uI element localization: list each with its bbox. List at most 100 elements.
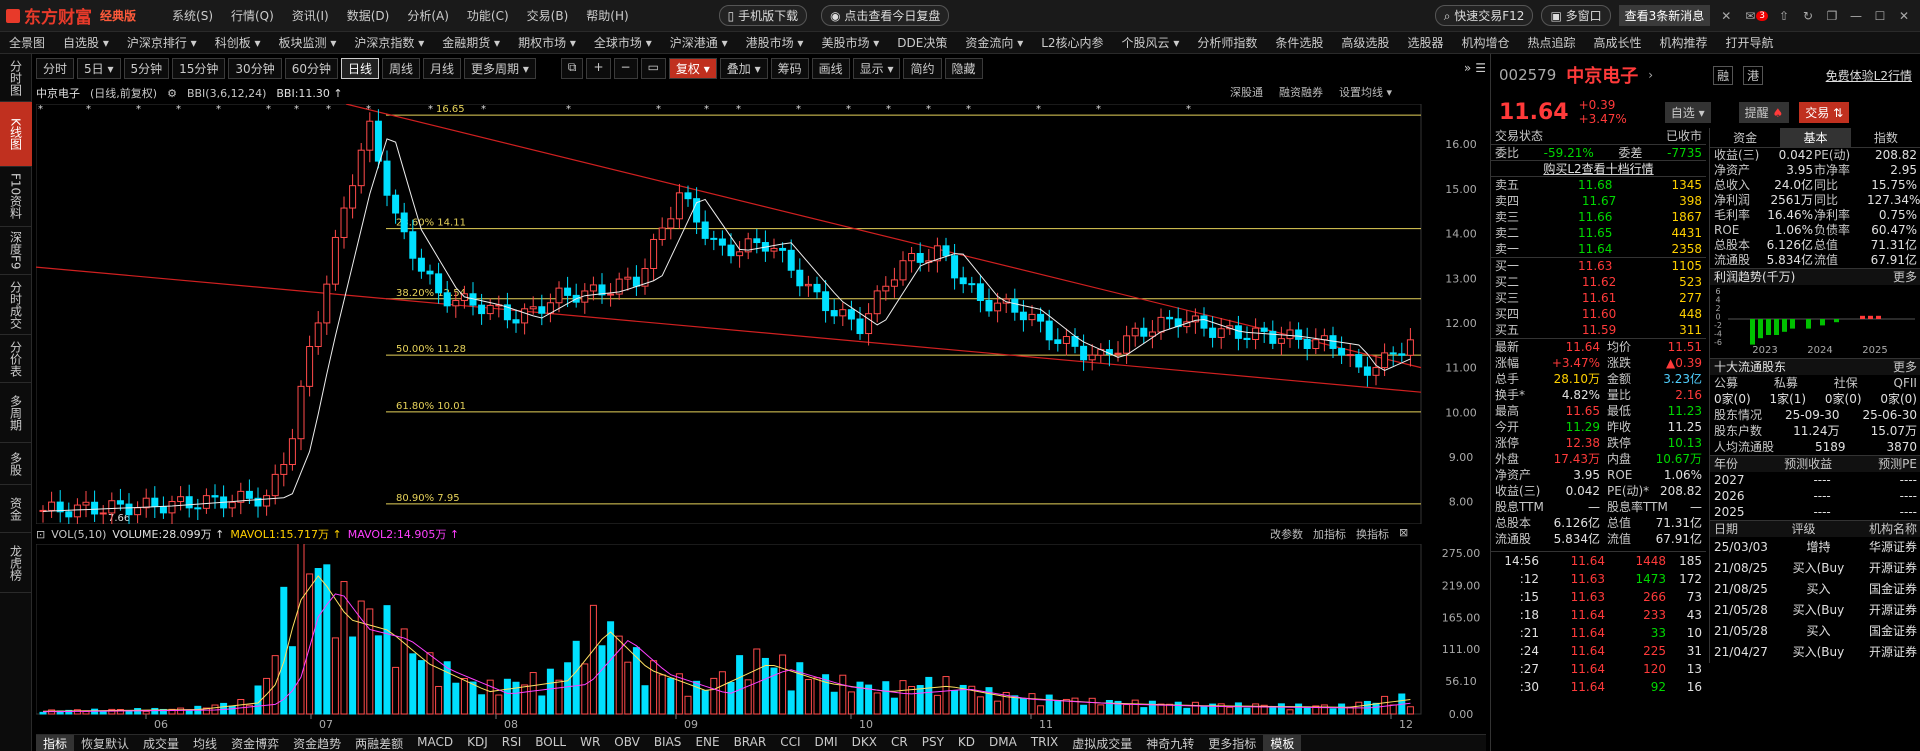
left-tab-0[interactable]: 分时图	[0, 54, 32, 102]
candle[interactable]	[478, 304, 486, 315]
period-button-7[interactable]: 周线	[382, 57, 421, 79]
period-button-2[interactable]: 5分钟	[123, 57, 170, 79]
function-menu-item-4[interactable]: 板块监测 ▾	[270, 34, 346, 51]
function-menu-item-5[interactable]: 沪深京指数 ▾	[345, 34, 433, 51]
volume-bar[interactable]	[1071, 697, 1079, 715]
candle[interactable]	[667, 218, 675, 229]
volume-bar[interactable]	[710, 677, 718, 715]
candle[interactable]	[1406, 339, 1414, 356]
volume-bar[interactable]	[435, 685, 443, 715]
volume-bar[interactable]	[1183, 707, 1191, 715]
candle[interactable]	[1028, 313, 1036, 321]
menu-item-2[interactable]: 资讯(I)	[292, 7, 329, 24]
volume-bar[interactable]	[555, 679, 563, 715]
volume-bar[interactable]	[899, 680, 907, 715]
volume-bar[interactable]	[607, 621, 615, 715]
volume-bar[interactable]	[976, 696, 984, 715]
candle[interactable]	[177, 496, 185, 503]
menu-item-7[interactable]: 帮助(H)	[586, 7, 628, 24]
volume-bar[interactable]	[1234, 702, 1242, 715]
volume-bar[interactable]	[220, 702, 228, 715]
event-marker-icon[interactable]: *	[926, 104, 931, 115]
candle[interactable]	[727, 244, 735, 257]
buy-l2-link[interactable]: 购买L2查看十档行情	[1491, 160, 1706, 176]
event-marker-icon[interactable]: *	[1186, 104, 1191, 115]
volume-bar[interactable]	[589, 604, 597, 715]
candle[interactable]	[409, 231, 417, 259]
menu-item-5[interactable]: 功能(C)	[467, 7, 509, 24]
event-marker-icon[interactable]: *	[86, 104, 91, 115]
indicator-tab-13[interactable]: BIAS	[647, 735, 689, 751]
candle[interactable]	[151, 497, 159, 508]
candle[interactable]	[512, 319, 520, 324]
candle[interactable]	[91, 501, 99, 515]
volume-bar[interactable]	[572, 640, 580, 715]
volume-bar[interactable]	[1320, 704, 1328, 715]
candle[interactable]	[718, 238, 726, 246]
volume-bar[interactable]	[1295, 703, 1303, 715]
left-tab-4[interactable]: 分时成交	[0, 275, 32, 335]
chart-tool-button-0[interactable]: 复权 ▾	[668, 57, 717, 79]
minimize-icon[interactable]: —	[1848, 9, 1864, 23]
volume-bar[interactable]	[409, 653, 417, 715]
candle[interactable]	[443, 292, 451, 307]
candle[interactable]	[331, 236, 339, 285]
volume-bar[interactable]	[1019, 698, 1027, 715]
candle[interactable]	[847, 309, 855, 320]
volume-bar[interactable]	[1131, 699, 1139, 715]
candle[interactable]	[306, 346, 314, 387]
candle[interactable]	[804, 283, 812, 287]
volume-bar[interactable]	[185, 710, 193, 715]
restore-icon[interactable]: ❐	[1824, 9, 1840, 23]
volume-bar[interactable]	[951, 690, 959, 715]
left-tab-6[interactable]: 多周期	[0, 383, 32, 443]
indicator-tab-15[interactable]: BRAR	[727, 735, 774, 751]
event-marker-icon[interactable]: *	[136, 104, 141, 115]
function-menu-item-13[interactable]: 资金流向 ▾	[956, 34, 1032, 51]
volume-bar[interactable]	[1217, 703, 1225, 715]
zoom-out-icon[interactable]: −	[613, 57, 638, 79]
volume-bar[interactable]	[796, 662, 804, 715]
fundamental-tab-0[interactable]: 资金	[1710, 128, 1780, 147]
volume-bar[interactable]	[1243, 707, 1251, 715]
candle[interactable]	[1312, 339, 1320, 350]
left-tab-5[interactable]: 分价表	[0, 335, 32, 383]
volume-bar[interactable]	[443, 661, 451, 715]
volume-bar[interactable]	[873, 692, 881, 715]
chart-tool-button-6[interactable]: 隐藏	[944, 57, 983, 79]
indicator-tab-19[interactable]: CR	[884, 735, 915, 751]
volume-bar[interactable]	[452, 682, 460, 715]
volume-bar[interactable]	[804, 679, 812, 715]
candle[interactable]	[839, 309, 847, 317]
volume-bar[interactable]	[280, 586, 288, 715]
kline-price-chart[interactable]: 16.00 15.00 14.00 13.00 12.00 11.00 10.00 9.00 8…	[36, 104, 1486, 524]
function-menu-item-16[interactable]: 分析师指数	[1188, 34, 1266, 51]
switch-indicator-link[interactable]: 换指标	[1356, 526, 1389, 542]
candle[interactable]	[1166, 316, 1174, 320]
function-menu-item-19[interactable]: 选股器	[1398, 34, 1452, 51]
candle[interactable]	[435, 273, 443, 294]
function-menu-item-0[interactable]: 全景图	[0, 34, 54, 51]
candle[interactable]	[392, 194, 400, 214]
function-menu-item-1[interactable]: 自选股 ▾	[54, 34, 118, 51]
candle[interactable]	[882, 285, 890, 292]
candle[interactable]	[1209, 327, 1217, 338]
candle[interactable]	[1389, 352, 1397, 355]
period-button-1[interactable]: 5日 ▾	[77, 57, 121, 79]
candle[interactable]	[822, 291, 830, 312]
candle[interactable]	[968, 283, 976, 286]
candle[interactable]	[1148, 331, 1156, 337]
candle[interactable]	[245, 490, 253, 499]
candle[interactable]	[1381, 352, 1389, 369]
volume-bar[interactable]	[1191, 701, 1199, 715]
volume-bar[interactable]	[383, 605, 391, 715]
indicator-tab-20[interactable]: PSY	[915, 735, 951, 751]
indicator-tab-23[interactable]: TRIX	[1024, 735, 1065, 751]
indicator-tab-8[interactable]: KDJ	[460, 735, 495, 751]
candle[interactable]	[1329, 335, 1337, 349]
event-marker-icon[interactable]: *	[366, 104, 371, 115]
candle[interactable]	[632, 276, 640, 287]
volume-bar[interactable]	[495, 694, 503, 715]
volume-bar[interactable]	[564, 662, 572, 715]
candle[interactable]	[228, 501, 236, 509]
